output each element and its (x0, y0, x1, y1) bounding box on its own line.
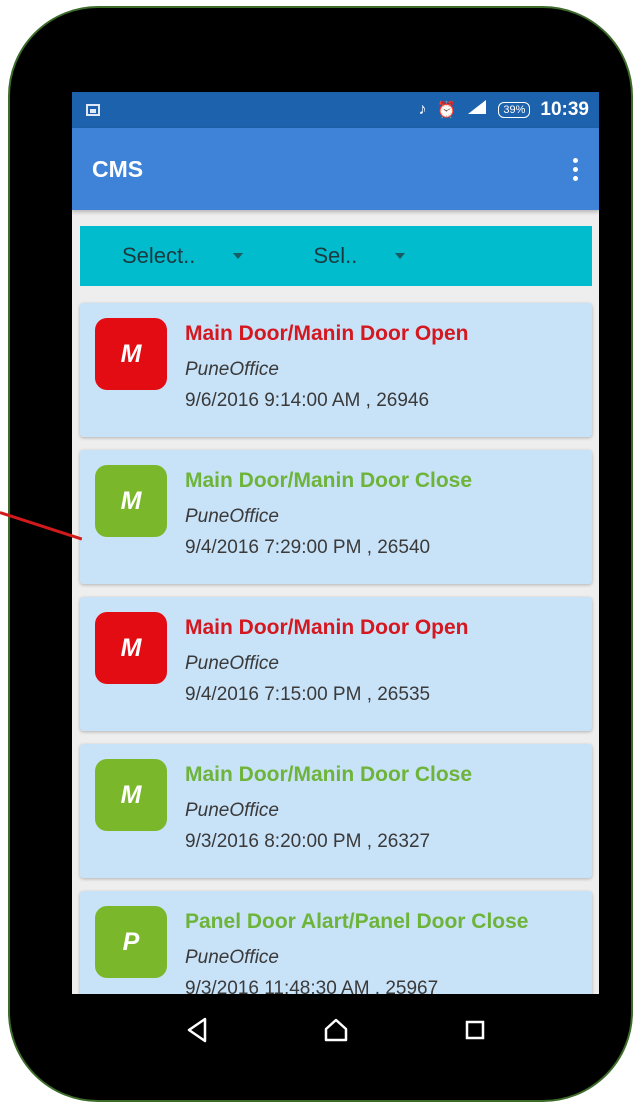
phone-frame: ♪ ⏰ 39% 10:39 CMS Select.. Sel.. M Main … (8, 6, 633, 1102)
back-icon[interactable] (182, 1015, 212, 1045)
event-avatar: M (95, 465, 167, 537)
dropdown-caret-icon (233, 253, 244, 259)
event-list: M Main Door/Manin Door Open PuneOffice 9… (80, 303, 592, 1038)
clock: 10:39 (540, 99, 589, 120)
event-location: PuneOffice (185, 800, 279, 821)
overflow-menu-icon[interactable] (573, 157, 581, 181)
dnd-icon: ♪ (418, 101, 427, 118)
event-meta: 9/6/2016 9:14:00 AM , 26946 (185, 390, 430, 411)
event-avatar: P (95, 906, 167, 978)
event-card[interactable]: M Main Door/Manin Door Close PuneOffice … (80, 744, 592, 878)
event-title: Main Door/Manin Door Open (185, 322, 469, 345)
signal-icon (466, 99, 488, 121)
app-bar: CMS (72, 128, 599, 210)
event-title: Main Door/Manin Door Close (185, 469, 473, 492)
event-card[interactable]: M Main Door/Manin Door Close PuneOffice … (80, 450, 592, 584)
filter-select-1-label: Select.. (122, 243, 196, 268)
event-location: PuneOffice (185, 653, 279, 674)
event-title: Main Door/Manin Door Close (185, 763, 473, 786)
app-title: CMS (92, 155, 144, 182)
screen: ♪ ⏰ 39% 10:39 CMS Select.. Sel.. M Main … (72, 92, 599, 1066)
status-bar: ♪ ⏰ 39% 10:39 (72, 92, 599, 128)
event-title: Panel Door Alart/Panel Door Close (185, 910, 529, 933)
event-avatar: M (95, 612, 167, 684)
navigation-bar (72, 994, 599, 1066)
alarm-icon: ⏰ (436, 102, 457, 119)
event-avatar: M (95, 318, 167, 390)
dropdown-caret-icon (395, 253, 406, 259)
event-meta: 9/4/2016 7:29:00 PM , 26540 (185, 537, 431, 558)
image-notification-icon (86, 104, 100, 116)
event-avatar: M (95, 759, 167, 831)
status-icons: ♪ ⏰ 39% 10:39 (418, 99, 589, 121)
event-title: Main Door/Manin Door Open (185, 616, 469, 639)
filter-select-1[interactable]: Select.. (122, 243, 244, 269)
filter-select-2[interactable]: Sel.. (313, 243, 406, 269)
event-location: PuneOffice (185, 506, 279, 527)
event-location: PuneOffice (185, 359, 279, 380)
home-icon[interactable] (321, 1015, 351, 1045)
battery-icon: 39% (498, 102, 531, 118)
filter-bar: Select.. Sel.. (80, 226, 592, 286)
filter-select-2-label: Sel.. (313, 243, 358, 268)
event-card[interactable]: M Main Door/Manin Door Open PuneOffice 9… (80, 303, 592, 437)
event-meta: 9/4/2016 7:15:00 PM , 26535 (185, 684, 431, 705)
event-card[interactable]: M Main Door/Manin Door Open PuneOffice 9… (80, 597, 592, 731)
event-meta: 9/3/2016 8:20:00 PM , 26327 (185, 831, 431, 852)
recents-icon[interactable] (460, 1015, 490, 1045)
event-location: PuneOffice (185, 947, 279, 968)
